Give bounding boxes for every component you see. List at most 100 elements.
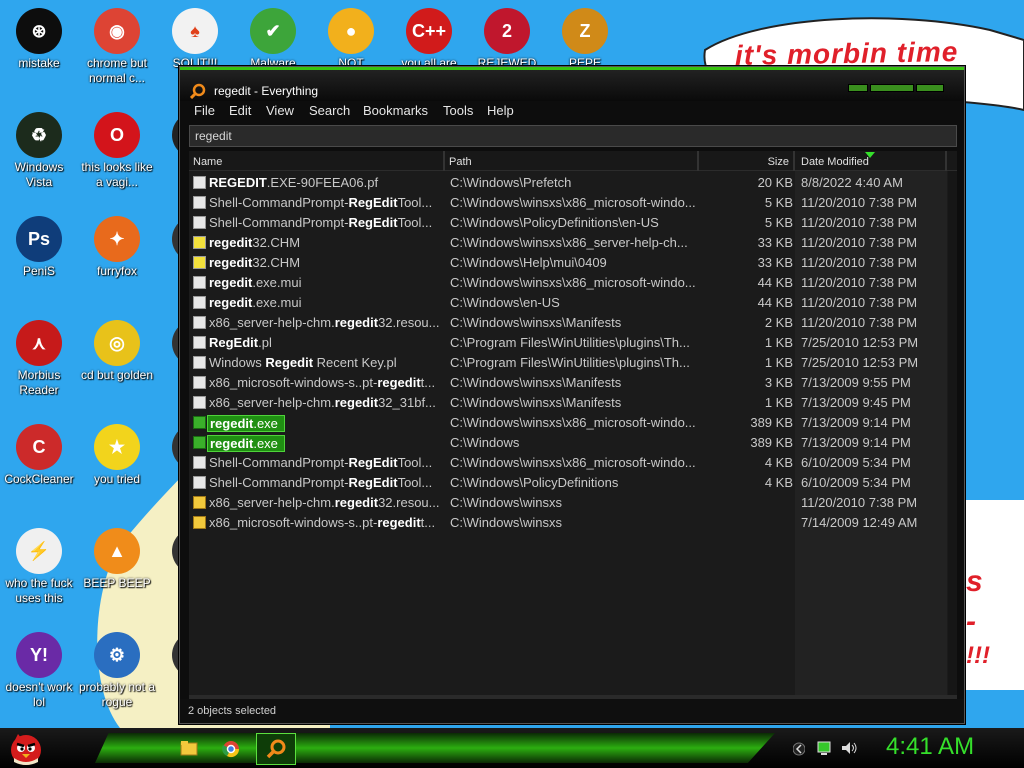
close-button[interactable] <box>916 84 944 92</box>
regedit-icon <box>193 436 206 449</box>
result-row[interactable]: x86_server-help-chm.regedit32.resou... C:… <box>189 313 947 333</box>
desktop-icon[interactable]: ✔ Malware <box>234 8 312 71</box>
file-icon <box>193 336 206 349</box>
taskbar-clock[interactable]: 4:41 AM <box>886 733 974 761</box>
volume-icon[interactable] <box>840 740 858 756</box>
desktop-icon[interactable]: ▲ BEEP BEEP <box>78 528 156 591</box>
desktop-icon[interactable]: 2 REJEWED <box>468 8 546 71</box>
desktop-icon[interactable]: ★ you tried <box>78 424 156 487</box>
result-row[interactable]: Shell-CommandPrompt-RegEditTool... C:\Win… <box>189 453 947 473</box>
result-path: C:\Windows\winsxs\x86_microsoft-windo... <box>450 195 696 210</box>
result-row[interactable]: Windows Regedit Recent Key.pl C:\Program … <box>189 353 947 373</box>
desktop-icon[interactable]: ◎ cd but golden <box>78 320 156 383</box>
result-row[interactable]: x86_microsoft-windows-s..pt-regeditt... C… <box>189 513 947 533</box>
result-date: 11/20/2010 7:38 PM <box>801 255 918 270</box>
network-icon[interactable] <box>816 740 832 756</box>
menu-help[interactable]: Help <box>487 103 514 118</box>
result-name: x86_server-help-chm.regedit32_31bf... <box>209 395 441 410</box>
file-icon <box>193 476 206 489</box>
desktop-icon-label: CockCleaner <box>4 472 74 486</box>
result-row[interactable]: x86_server-help-chm.regedit32.resou... C:… <box>189 493 947 513</box>
result-row[interactable]: x86_microsoft-windows-s..pt-regeditt... C… <box>189 373 947 393</box>
desktop-icon[interactable]: Z PEPE <box>546 8 624 71</box>
result-date: 11/20/2010 7:38 PM <box>801 315 918 330</box>
name-prefix: x86_server-help-chm. <box>209 315 335 330</box>
file-icon <box>193 196 206 209</box>
taskbar-everything-button[interactable] <box>256 733 296 765</box>
column-name[interactable]: Name <box>189 151 445 171</box>
result-row[interactable]: regedit.exe.mui C:\Windows\winsxs\x86_mic… <box>189 273 947 293</box>
result-row[interactable]: regedit.exe C:\Windows\winsxs\x86_microso… <box>189 413 947 433</box>
menu-file[interactable]: File <box>194 103 215 118</box>
results-list[interactable]: Name Path Size Date Modified REGEDIT.EXE… <box>189 151 957 695</box>
minimize-button[interactable] <box>848 84 868 92</box>
result-row[interactable]: RegEdit.pl C:\Program Files\WinUtilities\… <box>189 333 947 353</box>
desktop-icon[interactable]: ✦ furryfox <box>78 216 156 279</box>
name-suffix: Recent Key.pl <box>313 355 397 370</box>
menu-view[interactable]: View <box>266 103 294 118</box>
result-row[interactable]: REGEDIT.EXE-90FEEA06.pf C:\Windows\Prefet… <box>189 173 947 193</box>
desktop-icon[interactable]: C++ you all are <box>390 8 468 71</box>
name-match: regedit <box>210 436 254 451</box>
result-size: 20 KB <box>757 175 793 190</box>
name-prefix: x86_microsoft-windows-s..pt- <box>209 515 378 530</box>
result-row[interactable]: Shell-CommandPrompt-RegEditTool... C:\Win… <box>189 193 947 213</box>
result-size: 2 KB <box>764 315 793 330</box>
name-prefix: x86_server-help-chm. <box>209 495 335 510</box>
desktop-icon[interactable]: ● NOT <box>312 8 390 71</box>
result-row[interactable]: Shell-CommandPrompt-RegEditTool... C:\Win… <box>189 473 947 493</box>
result-row[interactable]: regedit.exe C:\Windows 389 KB 7/13/2009 9:1… <box>189 433 947 453</box>
desktop-icon[interactable]: ⋏ Morbius Reader <box>0 320 78 398</box>
desktop-icon[interactable]: ♻ Windows Vista <box>0 112 78 190</box>
pdf-reader-icon: ⋏ <box>16 320 62 366</box>
chevron-left-icon[interactable] <box>793 742 805 756</box>
desktop-icon[interactable]: ⊛ mistake <box>0 8 78 71</box>
name-suffix: .exe.mui <box>252 275 302 290</box>
desktop-icon[interactable]: Ps PeniS <box>0 216 78 279</box>
title-bar[interactable]: regedit - Everything <box>180 67 964 101</box>
result-date: 7/13/2009 9:55 PM <box>801 375 911 390</box>
menu-bookmarks[interactable]: Bookmarks <box>363 103 428 118</box>
result-path: C:\Windows\winsxs\x86_server-help-ch... <box>450 235 688 250</box>
everything-window[interactable]: regedit - Everything File Edit View Sear… <box>179 66 965 724</box>
menu-edit[interactable]: Edit <box>229 103 251 118</box>
devcpp-icon: C++ <box>406 8 452 54</box>
desktop-icon[interactable]: ♠ SOLIT!!! <box>156 8 234 71</box>
desktop-icon[interactable]: C CockCleaner <box>0 424 78 487</box>
result-date: 7/25/2010 12:53 PM <box>801 355 919 370</box>
menu-search[interactable]: Search <box>309 103 350 118</box>
result-row[interactable]: Shell-CommandPrompt-RegEditTool... C:\Win… <box>189 213 947 233</box>
result-name: RegEdit.pl <box>209 335 441 350</box>
result-row[interactable]: regedit32.CHM C:\Windows\Help\mui\0409 33 … <box>189 253 947 273</box>
desktop-icon-label: BEEP BEEP <box>83 576 151 590</box>
maximize-button[interactable] <box>870 84 914 92</box>
desktop-icon-label: furryfox <box>96 264 137 278</box>
desktop-icon[interactable]: ⚙ probably not a rogue <box>78 632 156 710</box>
chrome-icon: ◉ <box>94 8 140 54</box>
taskbar-chrome-button[interactable] <box>214 735 248 763</box>
search-input[interactable]: regedit <box>189 125 957 147</box>
start-button[interactable] <box>6 728 46 768</box>
desktop-icon[interactable]: Othis looks like a vagi... <box>78 112 156 190</box>
column-size[interactable]: Size <box>701 151 795 171</box>
name-suffix: .exe <box>253 416 278 431</box>
name-prefix: Shell-CommandPrompt- <box>209 455 349 470</box>
result-path: C:\Windows\winsxs\x86_microsoft-windo... <box>450 275 696 290</box>
result-row[interactable]: regedit.exe.mui C:\Windows\en-US 44 KB 11/2… <box>189 293 947 313</box>
name-prefix: Windows <box>209 355 266 370</box>
column-path[interactable]: Path <box>445 151 699 171</box>
desktop-icon[interactable]: ⚡ who the fuck uses this <box>0 528 78 606</box>
name-suffix: Tool... <box>397 215 433 230</box>
taskbar-explorer-button[interactable] <box>172 735 206 763</box>
desktop-icon[interactable]: Y! doesn't work lol <box>0 632 78 710</box>
result-row[interactable]: regedit32.CHM C:\Windows\winsxs\x86_serve… <box>189 233 947 253</box>
vertical-scrollbar[interactable] <box>948 171 957 695</box>
name-match: RegEdit <box>348 215 398 230</box>
desktop-icon[interactable]: ◉ chrome but normal c... <box>78 8 156 86</box>
result-row[interactable]: x86_server-help-chm.regedit32_31bf... C:\… <box>189 393 947 413</box>
menu-tools[interactable]: Tools <box>443 103 473 118</box>
sort-arrow-icon <box>865 152 875 158</box>
name-match: regedit <box>377 515 421 530</box>
result-date: 7/13/2009 9:45 PM <box>801 395 911 410</box>
result-date: 7/14/2009 12:49 AM <box>801 515 918 530</box>
